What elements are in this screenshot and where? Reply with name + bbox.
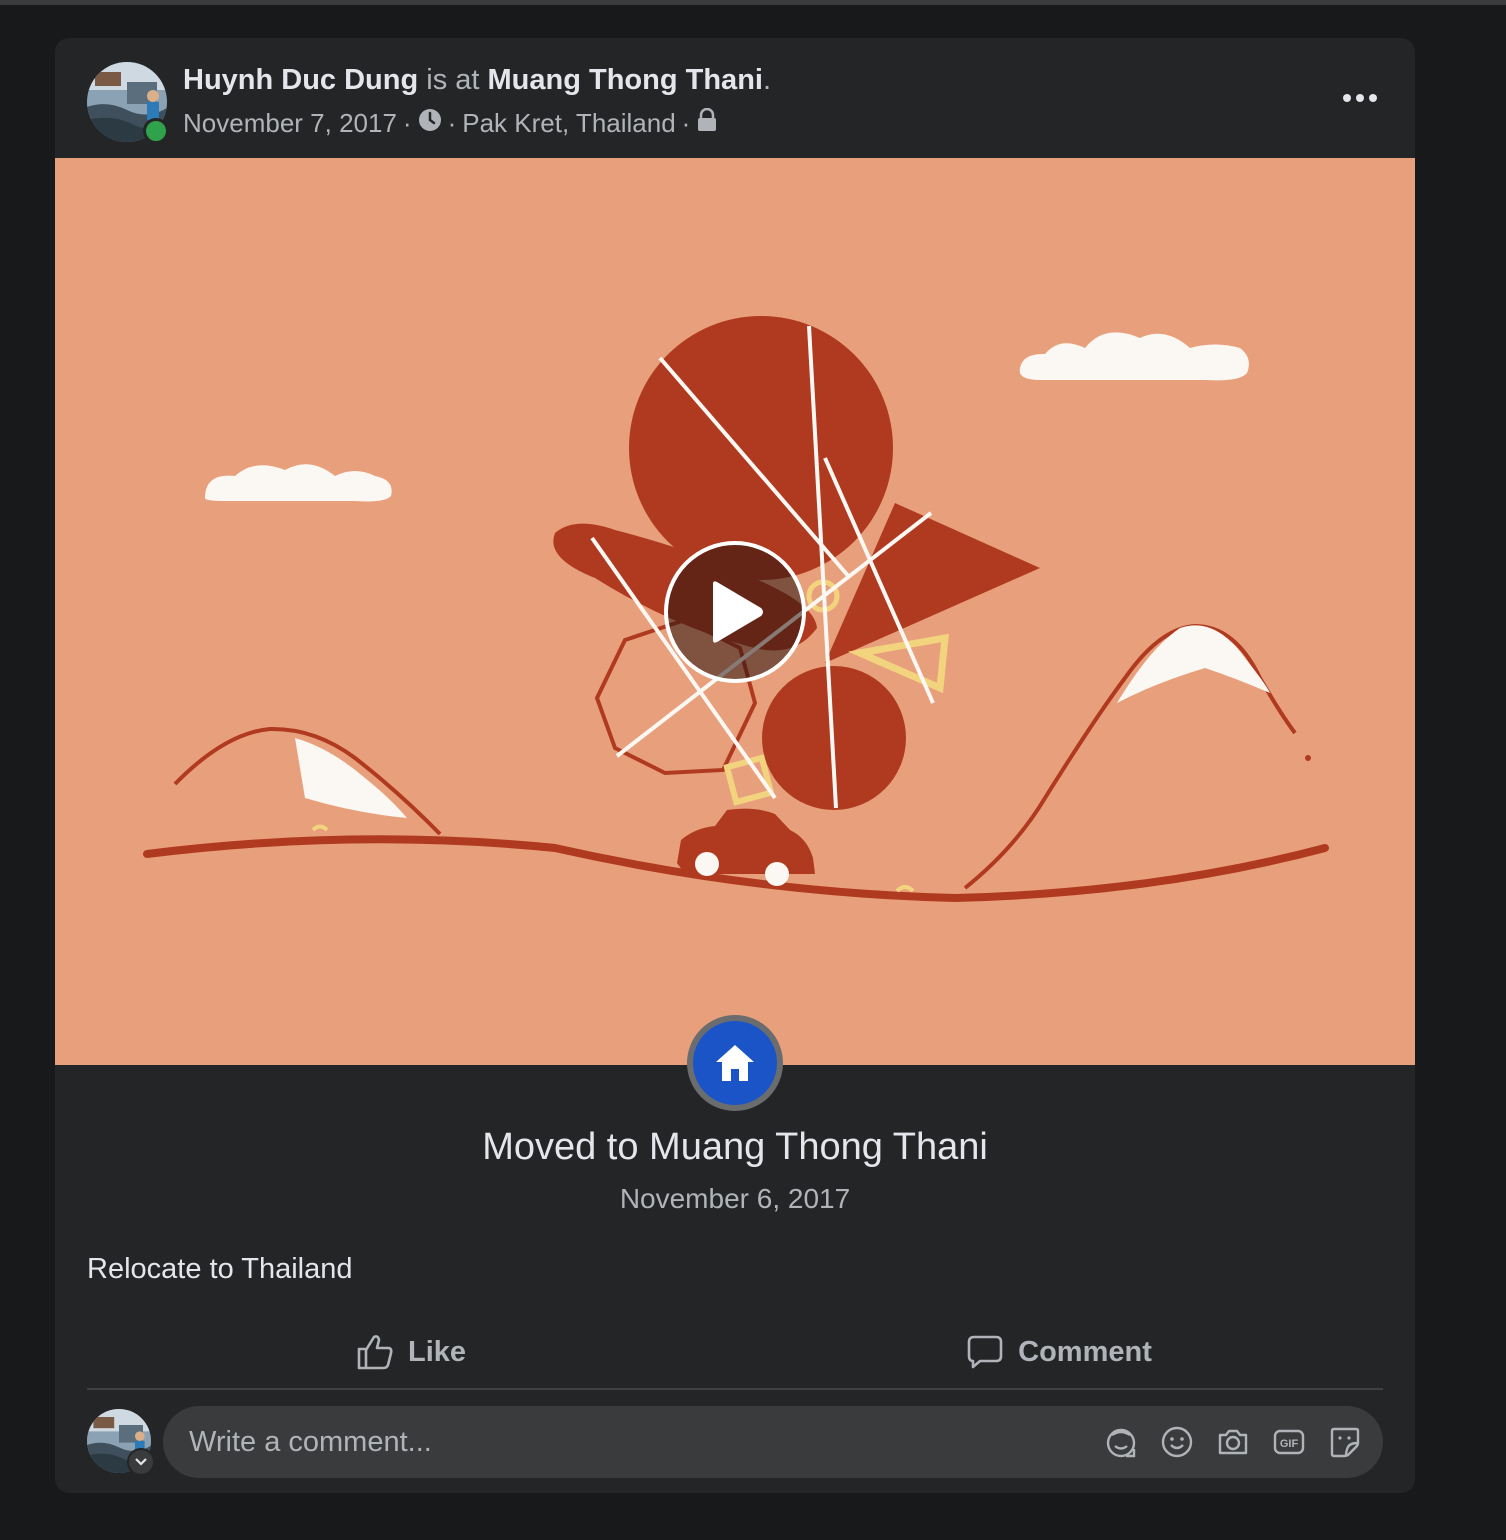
window-top-border — [0, 0, 1506, 5]
home-icon — [716, 1045, 754, 1081]
life-event-video[interactable] — [55, 158, 1415, 1065]
place-link[interactable]: Muang Thong Thani — [488, 64, 763, 96]
online-status-dot — [143, 118, 169, 144]
clock-icon — [418, 108, 442, 139]
post-header: Huynh Duc Dung is at Muang Thong Thani. … — [55, 38, 1415, 158]
comment-field-container: GIF — [163, 1406, 1383, 1478]
comment-tools: GIF — [1103, 1424, 1363, 1460]
post-title-line: Huynh Duc Dung is at Muang Thong Thani. — [183, 64, 771, 97]
post-meta: November 7, 2017 · · Pak Kret, Thailand … — [183, 107, 718, 139]
gif-icon[interactable]: GIF — [1271, 1424, 1307, 1460]
like-button[interactable]: Like — [87, 1316, 735, 1388]
author-name-link[interactable]: Huynh Duc Dung — [183, 64, 418, 96]
life-event-date: November 6, 2017 — [619, 1183, 851, 1214]
meta-separator: · — [447, 108, 457, 138]
comment-label: Comment — [1018, 1335, 1152, 1368]
comment-icon — [967, 1335, 1003, 1369]
more-options-button[interactable] — [1335, 82, 1385, 114]
like-label: Like — [407, 1335, 467, 1368]
more-options-icon — [1343, 94, 1377, 102]
avatar-sticker-icon[interactable] — [1103, 1424, 1139, 1460]
location-link[interactable]: Pak Kret, Thailand — [462, 108, 675, 139]
meta-separator: · — [402, 108, 412, 138]
life-event-badge — [687, 1015, 783, 1111]
connector-text: is at — [418, 64, 488, 96]
chevron-down-icon[interactable] — [127, 1448, 155, 1476]
play-button[interactable] — [664, 541, 806, 683]
life-event-title: Moved to Muang Thong Thani — [482, 1126, 988, 1168]
post-caption: Relocate to Thailand — [87, 1253, 353, 1285]
emoji-icon[interactable] — [1159, 1424, 1195, 1460]
comment-composer: GIF — [87, 1406, 1383, 1478]
like-icon — [357, 1335, 393, 1370]
end-punctuation: . — [762, 64, 772, 96]
play-icon — [713, 581, 763, 643]
lock-icon[interactable] — [696, 107, 718, 139]
comment-button[interactable]: Comment — [735, 1316, 1383, 1388]
svg-text:GIF: GIF — [1280, 1438, 1299, 1450]
comment-input[interactable] — [187, 1421, 1071, 1463]
post-card: Huynh Duc Dung is at Muang Thong Thani. … — [55, 38, 1415, 1493]
camera-icon[interactable] — [1215, 1424, 1251, 1460]
meta-separator: · — [681, 108, 691, 138]
post-actions-bar: Like Comment — [87, 1316, 1383, 1390]
post-date-link[interactable]: November 7, 2017 — [183, 108, 397, 139]
sticker-icon[interactable] — [1327, 1424, 1363, 1460]
